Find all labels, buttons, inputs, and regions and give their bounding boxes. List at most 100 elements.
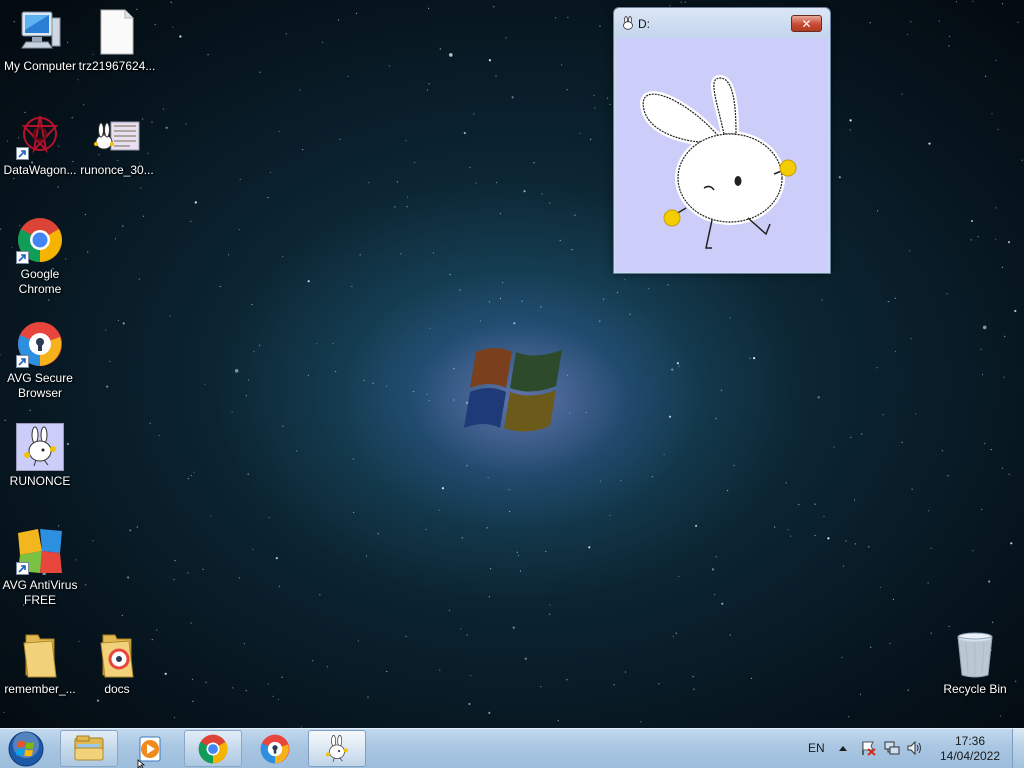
star — [1008, 473, 1010, 475]
star — [259, 71, 261, 73]
star — [955, 1, 958, 3]
star — [158, 434, 160, 437]
star — [849, 129, 851, 131]
recycle-bin-icon — [951, 631, 999, 679]
star — [721, 602, 724, 605]
desktop-icon-trz-file[interactable]: trz21967624... — [77, 8, 157, 74]
star — [561, 64, 563, 66]
star — [599, 320, 601, 322]
star — [121, 614, 123, 616]
star — [83, 104, 85, 106]
star — [495, 181, 497, 184]
star — [1017, 21, 1019, 23]
desktop-icon-avg-secure-browser[interactable]: AVG Secure Browser — [0, 320, 80, 401]
star — [505, 37, 507, 39]
start-button[interactable] — [6, 730, 46, 768]
star — [594, 107, 596, 109]
desktop[interactable]: My Computer trz21967624... DataWagon... … — [0, 0, 1024, 728]
star — [995, 207, 997, 209]
taskbar-button-explorer[interactable] — [60, 730, 118, 767]
volume-icon[interactable] — [906, 740, 924, 756]
star — [449, 53, 453, 57]
star — [946, 293, 948, 295]
star — [549, 604, 551, 606]
star — [190, 220, 192, 222]
desktop-icon-remember-folder[interactable]: remember_... — [0, 631, 80, 697]
taskbar-button-avg-browser[interactable] — [246, 730, 304, 767]
star — [1010, 542, 1013, 545]
star — [715, 556, 717, 558]
star — [513, 322, 516, 325]
star — [272, 695, 274, 697]
desktop-icon-my-computer[interactable]: My Computer — [0, 8, 80, 74]
star — [774, 526, 776, 528]
star — [566, 89, 568, 91]
star — [894, 297, 896, 299]
star — [672, 635, 674, 637]
avg-browser-icon — [16, 320, 64, 368]
star — [549, 613, 551, 615]
taskbar-button-chrome[interactable] — [184, 730, 242, 767]
star — [460, 628, 462, 630]
star — [388, 65, 390, 67]
window-titlebar[interactable]: D: ✕ — [614, 8, 830, 38]
folder-icon — [16, 631, 64, 679]
language-indicator[interactable]: EN — [808, 741, 825, 755]
star — [269, 171, 271, 173]
star — [438, 509, 440, 511]
star — [521, 300, 523, 302]
star — [488, 59, 491, 62]
star — [981, 373, 984, 376]
star — [729, 634, 731, 636]
star — [985, 75, 987, 77]
system-clock[interactable]: 17:36 14/04/2022 — [934, 734, 1006, 764]
star — [347, 75, 349, 77]
star — [355, 12, 358, 14]
desktop-icon-google-chrome[interactable]: Google Chrome — [0, 216, 80, 297]
star — [970, 239, 972, 241]
show-desktop-button[interactable] — [1012, 729, 1024, 768]
taskbar-button-media-player[interactable] — [121, 730, 179, 767]
star — [715, 418, 717, 420]
action-center-flag-icon[interactable] — [860, 740, 876, 756]
runonce-window[interactable]: D: ✕ — [613, 7, 831, 274]
star — [571, 249, 573, 251]
desktop-icon-runonce-image[interactable]: runonce_30... — [77, 112, 157, 178]
star — [833, 446, 835, 448]
star — [972, 0, 974, 2]
close-button[interactable]: ✕ — [791, 15, 822, 32]
star — [245, 690, 247, 692]
star — [96, 699, 100, 702]
star — [428, 400, 430, 402]
bunny-app-icon — [326, 734, 348, 762]
star — [406, 206, 408, 208]
star — [302, 149, 304, 151]
star — [566, 679, 568, 681]
star — [466, 634, 468, 636]
star — [559, 239, 561, 242]
star — [930, 632, 932, 634]
show-hidden-icons-arrow[interactable] — [838, 744, 848, 752]
star — [540, 306, 542, 308]
star — [749, 357, 751, 359]
taskbar-button-runonce[interactable] — [308, 730, 366, 767]
desktop-icon-datawagon[interactable]: DataWagon... — [0, 112, 80, 178]
star — [239, 178, 241, 180]
star — [426, 89, 429, 91]
star — [593, 94, 595, 96]
desktop-icon-label: remember_... — [4, 682, 76, 696]
star — [359, 254, 361, 256]
network-icon[interactable] — [884, 740, 900, 756]
desktop-icon-docs-folder[interactable]: docs — [77, 631, 157, 697]
star — [668, 415, 672, 418]
star — [616, 291, 619, 294]
star — [915, 413, 917, 415]
star — [981, 508, 983, 511]
star — [251, 304, 253, 306]
star — [545, 550, 547, 553]
star — [87, 251, 89, 253]
star — [849, 119, 852, 122]
desktop-icon-avg-antivirus[interactable]: AVG AntiVirus FREE — [0, 527, 80, 608]
desktop-icon-runonce[interactable]: RUNONCE — [0, 423, 80, 489]
desktop-icon-recycle-bin[interactable]: Recycle Bin — [935, 631, 1015, 697]
